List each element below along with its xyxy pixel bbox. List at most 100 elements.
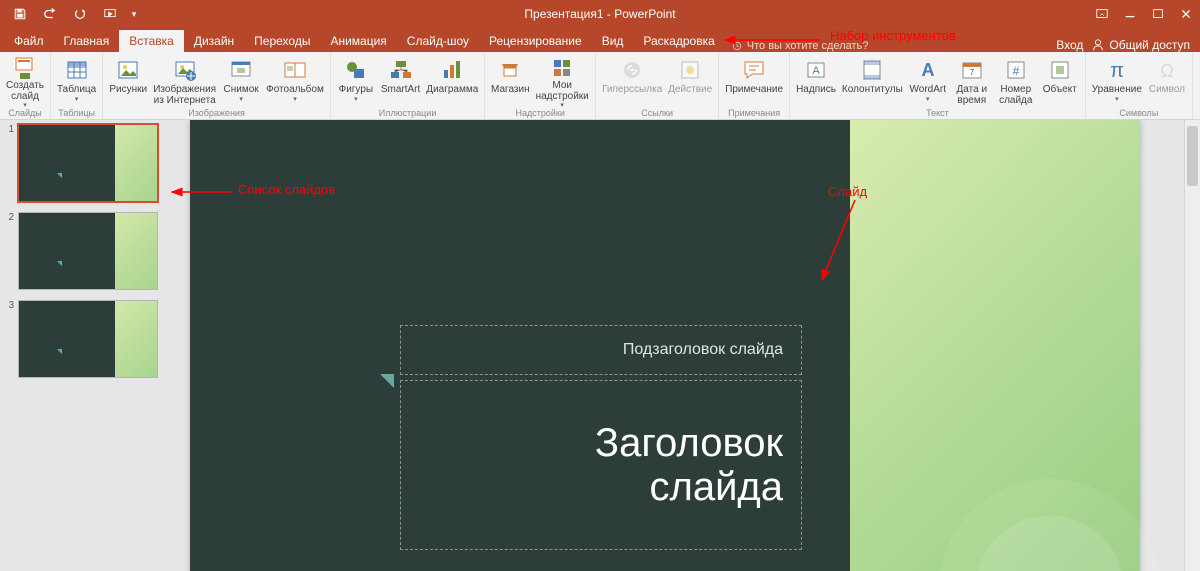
slide-editor[interactable]: Подзаголовок слайда Заголовок слайда	[170, 120, 1200, 571]
shapes-icon	[342, 56, 370, 84]
link-icon	[618, 56, 646, 84]
store-button[interactable]: Магазин	[489, 54, 531, 108]
shapes-button[interactable]: Фигуры▾	[335, 54, 377, 108]
tab-вставка[interactable]: Вставка	[119, 30, 184, 52]
thumb-number: 1	[2, 124, 14, 135]
headerfooter-icon	[858, 56, 886, 84]
slide-thumbnail[interactable]: 2	[2, 212, 168, 290]
table-icon	[63, 56, 91, 84]
vertical-scrollbar[interactable]	[1184, 120, 1200, 571]
qat-customize-button[interactable]: ▾	[126, 0, 142, 28]
ribbon-group-символы: πУравнение▾ΩСимволСимволы	[1086, 52, 1193, 119]
symbol-icon: Ω	[1153, 56, 1181, 84]
minimize-button[interactable]	[1116, 0, 1144, 28]
tab-файл[interactable]: Файл	[4, 30, 54, 52]
picture-icon	[114, 56, 142, 84]
slide-decor-gradient	[850, 120, 1140, 571]
screenshot-icon	[227, 56, 255, 84]
ribbon-group-таблицы: Таблица▾Таблицы	[51, 52, 103, 119]
table-button[interactable]: Таблица▾	[55, 54, 98, 108]
undo-button[interactable]	[36, 0, 64, 28]
tab-вид[interactable]: Вид	[592, 30, 634, 52]
svg-text:Ω: Ω	[1160, 61, 1173, 81]
equation-icon: π	[1103, 56, 1131, 84]
new-slide-icon	[11, 56, 39, 80]
slide-number-button[interactable]: #Номер слайда	[995, 54, 1037, 108]
wordart-icon: A	[914, 56, 942, 84]
date-time-button[interactable]: 7Дата и время	[951, 54, 993, 108]
online-pictures-button[interactable]: Изображения из Интернета	[151, 54, 218, 108]
thumb-preview	[18, 212, 158, 290]
titlebar: ▾ Презентация1 - PowerPoint	[0, 0, 1200, 28]
slide-thumbnail[interactable]: 1	[2, 124, 168, 202]
slide-thumbnail-rail[interactable]: 1 2 3	[0, 120, 170, 571]
slide-canvas[interactable]: Подзаголовок слайда Заголовок слайда	[190, 120, 1140, 571]
ribbon-options-button[interactable]	[1088, 0, 1116, 28]
hyperlink-button[interactable]: Гиперссылка	[600, 54, 664, 108]
action-button[interactable]: Действие	[666, 54, 714, 108]
maximize-button[interactable]	[1144, 0, 1172, 28]
tab-главная[interactable]: Главная	[54, 30, 120, 52]
slide-thumbnail[interactable]: 3	[2, 300, 168, 378]
screenshot-button[interactable]: Снимок▾	[220, 54, 262, 108]
ribbon-group-иллюстрации: Фигуры▾SmartArtДиаграммаИллюстрации	[331, 52, 485, 119]
window-controls	[1088, 0, 1200, 28]
save-button[interactable]	[6, 0, 34, 28]
ribbon-group-слайды: Создать слайд▾Слайды	[0, 52, 51, 119]
group-title: Надстройки	[515, 108, 564, 119]
group-title: Таблицы	[58, 108, 95, 119]
ribbon-group-мультимедиа: Видео▾Звук▾Запись экранаМультимедиа	[1193, 52, 1200, 119]
slidenum-icon: #	[1002, 56, 1030, 84]
store-icon	[496, 56, 524, 84]
svg-text:#: #	[1012, 64, 1019, 78]
photo-album-button[interactable]: Фотоальбом▾	[264, 54, 326, 108]
addins-icon	[548, 56, 576, 80]
tab-переходы[interactable]: Переходы	[244, 30, 320, 52]
group-title: Символы	[1119, 108, 1158, 119]
workspace: 1 2 3 Подзаголовок слайда Заголовок слайда	[0, 120, 1200, 571]
object-button[interactable]: Объект	[1039, 54, 1081, 108]
datetime-icon: 7	[958, 56, 986, 84]
document-title: Презентация1 - PowerPoint	[524, 7, 675, 21]
my-addins-button[interactable]: Мои надстройки▾	[533, 54, 591, 108]
tab-раскадровка[interactable]: Раскадровка	[633, 30, 724, 52]
ribbon-group-надстройки: МагазинМои надстройки▾Надстройки	[485, 52, 596, 119]
thumb-preview	[18, 300, 158, 378]
comment-button[interactable]: Примечание	[723, 54, 785, 108]
quick-access-toolbar: ▾	[0, 0, 142, 28]
online-picture-icon	[171, 56, 199, 84]
smartart-icon	[387, 56, 415, 84]
chart-button[interactable]: Диаграмма	[424, 54, 480, 108]
new-slide-button[interactable]: Создать слайд▾	[4, 54, 46, 108]
thumb-number: 2	[2, 212, 14, 223]
tell-me-input[interactable]: Что вы хотите сделать?	[731, 40, 869, 52]
start-slideshow-button[interactable]	[96, 0, 124, 28]
login-link[interactable]: Вход	[1056, 38, 1083, 52]
tab-рецензирование[interactable]: Рецензирование	[479, 30, 592, 52]
equation-button[interactable]: πУравнение▾	[1090, 54, 1144, 108]
symbol-button[interactable]: ΩСимвол	[1146, 54, 1188, 108]
smartart-button[interactable]: SmartArt	[379, 54, 422, 108]
subtitle-placeholder[interactable]: Подзаголовок слайда	[400, 325, 802, 375]
ribbon-group-изображения: РисункиИзображения из ИнтернетаСнимок▾Фо…	[103, 52, 331, 119]
group-title: Иллюстрации	[379, 108, 437, 119]
ribbon: Создать слайд▾СлайдыТаблица▾ТаблицыРисун…	[0, 52, 1200, 120]
close-button[interactable]	[1172, 0, 1200, 28]
tab-дизайн[interactable]: Дизайн	[184, 30, 244, 52]
group-title: Изображения	[188, 108, 245, 119]
ribbon-group-ссылки: ГиперссылкаДействиеСсылки	[596, 52, 719, 119]
header-footer-button[interactable]: Колонтитулы	[840, 54, 905, 108]
share-button[interactable]: Общий доступ	[1091, 38, 1190, 52]
thumb-preview	[18, 124, 158, 202]
text-box-button[interactable]: AНадпись	[794, 54, 838, 108]
title-placeholder[interactable]: Заголовок слайда	[400, 380, 802, 550]
redo-button[interactable]	[66, 0, 94, 28]
tell-me-placeholder: Что вы хотите сделать?	[747, 40, 869, 52]
svg-text:π: π	[1110, 60, 1124, 82]
pictures-button[interactable]: Рисунки	[107, 54, 149, 108]
wordart-button[interactable]: AWordArt▾	[907, 54, 949, 108]
tab-анимация[interactable]: Анимация	[320, 30, 396, 52]
group-title: Текст	[926, 108, 949, 119]
thumb-number: 3	[2, 300, 14, 311]
tab-слайд-шоу[interactable]: Слайд-шоу	[397, 30, 479, 52]
